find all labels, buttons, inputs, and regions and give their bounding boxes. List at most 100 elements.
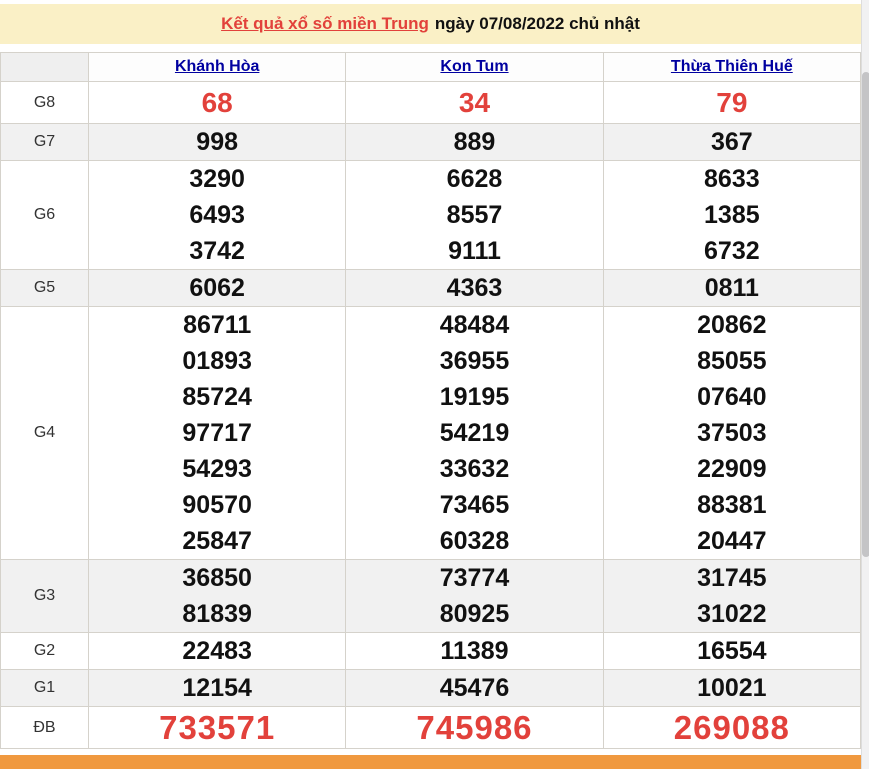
result-number: 88381	[697, 491, 767, 519]
scrollbar-track[interactable]	[861, 0, 869, 769]
prize-label: G7	[0, 123, 89, 161]
result-number: 36955	[439, 347, 510, 375]
prize-label: G3	[0, 559, 89, 633]
result-cell: 16554	[602, 632, 862, 670]
result-cell: 6062	[87, 269, 347, 307]
result-cell: 22483	[87, 632, 347, 670]
result-number: 36850	[182, 564, 252, 592]
province-link-1[interactable]: Kon Tum	[440, 58, 508, 75]
result-cell: 31745 31022	[602, 559, 862, 633]
result-cell: 36850 81839	[87, 559, 347, 633]
result-cell: 269088	[602, 706, 862, 749]
result-number: 73774	[439, 564, 510, 592]
result-number: 998	[196, 128, 239, 156]
result-cell: 733571	[87, 706, 347, 749]
result-cell: 12154	[87, 669, 347, 707]
result-number: 269088	[673, 709, 790, 746]
result-number: 25847	[182, 527, 252, 555]
prize-label: G4	[0, 306, 89, 560]
table-header-row: Khánh Hòa Kon Tum Thừa Thiên Huế	[0, 52, 862, 82]
table-body: G8 68 34 79 G7 998 889 367 G6 3290 6493 3742 6628 855…	[0, 81, 862, 749]
result-number: 37503	[697, 419, 767, 447]
result-number: 22483	[182, 637, 252, 665]
prize-row-G6: G6 3290 6493 3742 6628 8557 9111 8633 1385 6732	[0, 160, 862, 270]
corner-cell	[0, 52, 89, 82]
result-number: 4363	[446, 274, 503, 302]
page-header: Kết quả xổ số miền Trung ngày 07/08/2022…	[0, 4, 861, 44]
result-number: 73465	[439, 491, 510, 519]
result-number: 54219	[439, 419, 510, 447]
result-cell: 11389	[345, 632, 604, 670]
result-number: 22909	[697, 455, 767, 483]
result-cell: 998	[87, 123, 347, 161]
content-area: Kết quả xổ số miền Trung ngày 07/08/2022…	[0, 4, 862, 749]
result-number: 6732	[704, 237, 760, 265]
result-number: 48484	[439, 311, 510, 339]
result-number: 3742	[189, 237, 245, 265]
result-number: 01893	[182, 347, 252, 375]
result-number: 54293	[182, 455, 252, 483]
scrollbar-thumb[interactable]	[862, 72, 869, 557]
result-number: 81839	[182, 600, 252, 628]
result-number: 33632	[439, 455, 510, 483]
result-number: 12154	[182, 674, 252, 702]
result-number: 367	[710, 128, 753, 156]
result-number: 20862	[697, 311, 767, 339]
result-cell: 34	[345, 81, 604, 124]
result-number: 20447	[697, 527, 767, 555]
prize-row-G1: G1 12154 45476 10021	[0, 669, 862, 707]
result-number: 8557	[446, 201, 503, 229]
result-cell: 8633 1385 6732	[602, 160, 862, 270]
prize-label: G1	[0, 669, 89, 707]
province-link-2[interactable]: Thừa Thiên Huế	[671, 58, 793, 75]
result-number: 80925	[439, 600, 510, 628]
result-cell: 79	[602, 81, 862, 124]
result-number: 19195	[439, 383, 510, 411]
result-number: 889	[453, 128, 496, 156]
result-number: 11389	[440, 637, 509, 665]
result-cell: 4363	[345, 269, 604, 307]
result-number: 34	[458, 87, 491, 118]
result-number: 3290	[189, 165, 245, 193]
result-number: 97717	[182, 419, 252, 447]
prize-row-ĐB: ĐB 733571 745986 269088	[0, 706, 862, 749]
province-link-0[interactable]: Khánh Hòa	[175, 58, 259, 75]
result-number: 745986	[416, 709, 533, 746]
result-number: 45476	[439, 674, 510, 702]
result-number: 9111	[448, 237, 501, 265]
result-number: 10021	[697, 674, 767, 702]
result-number: 07640	[697, 383, 767, 411]
result-cell: 20862 85055 07640 37503 22909 88381 20447	[602, 306, 862, 560]
column-header-cell: Khánh Hòa	[87, 52, 347, 82]
prize-row-G8: G8 68 34 79	[0, 81, 862, 124]
result-cell: 6628 8557 9111	[345, 160, 604, 270]
result-number: 60328	[439, 527, 510, 555]
result-number: 8633	[704, 165, 760, 193]
prize-row-G4: G4 86711 01893 85724 97717 54293 90570 25847 484…	[0, 306, 862, 560]
result-number: 6493	[189, 201, 245, 229]
result-cell: 68	[87, 81, 347, 124]
result-cell: 745986	[345, 706, 604, 749]
result-number: 68	[201, 87, 233, 118]
result-cell: 10021	[602, 669, 862, 707]
result-number: 79	[716, 87, 748, 118]
bottom-accent-bar	[0, 755, 861, 769]
result-number: 6062	[189, 274, 245, 302]
result-cell: 889	[345, 123, 604, 161]
result-number: 31745	[697, 564, 767, 592]
result-number: 6628	[446, 165, 503, 193]
result-cell: 45476	[345, 669, 604, 707]
result-number: 86711	[183, 311, 252, 339]
prize-label: ĐB	[0, 706, 89, 749]
result-cell: 48484 36955 19195 54219 33632 73465 60328	[345, 306, 604, 560]
result-number: 733571	[159, 709, 276, 746]
prize-row-G2: G2 22483 11389 16554	[0, 632, 862, 670]
prize-row-G7: G7 998 889 367	[0, 123, 862, 161]
column-header-cell: Thừa Thiên Huế	[602, 52, 862, 82]
result-number: 90570	[182, 491, 252, 519]
region-title-link[interactable]: Kết quả xổ số miền Trung	[221, 14, 429, 34]
result-number: 16554	[697, 637, 767, 665]
result-cell: 3290 6493 3742	[87, 160, 347, 270]
prize-row-G3: G3 36850 81839 73774 80925 31745 31022	[0, 559, 862, 633]
title-date-text: ngày 07/08/2022 chủ nhật	[434, 14, 640, 33]
